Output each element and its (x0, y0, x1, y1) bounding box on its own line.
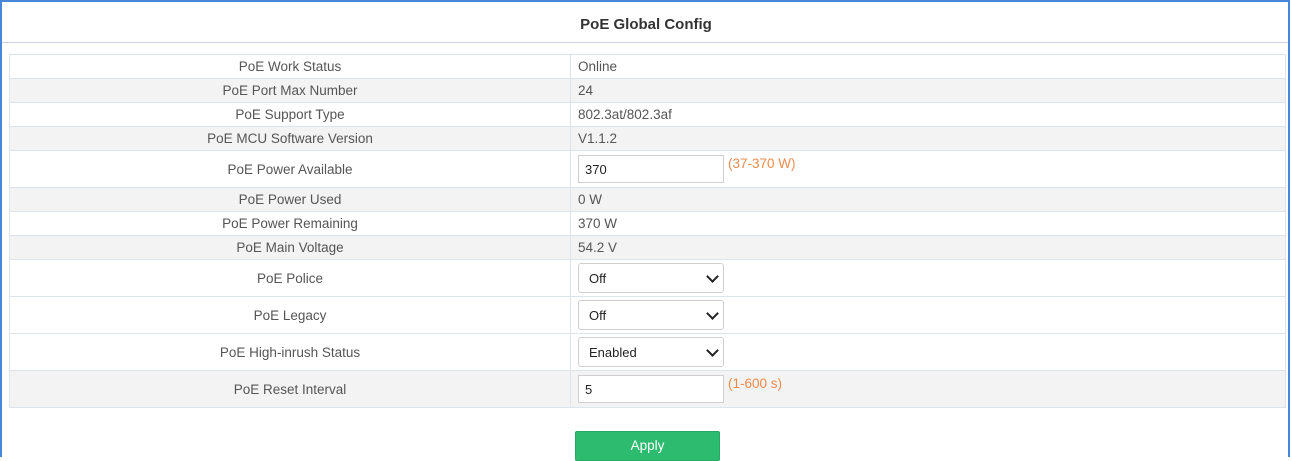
row-mcu-version: PoE MCU Software Version V1.1.2 (9, 126, 1286, 151)
power-remaining-value: 370 W (570, 211, 1286, 236)
power-available-label: PoE Power Available (9, 150, 571, 188)
port-max-label: PoE Port Max Number (9, 78, 571, 103)
reset-interval-input[interactable]: 5 (578, 375, 724, 403)
legacy-selected-value: Off (589, 307, 607, 323)
title-divider (2, 42, 1288, 43)
reset-interval-range-hint: (1-600 s) (728, 375, 783, 391)
power-used-label: PoE Power Used (9, 187, 571, 212)
row-port-max: PoE Port Max Number 24 (9, 78, 1286, 103)
mcu-version-label: PoE MCU Software Version (9, 126, 571, 151)
port-max-value: 24 (570, 78, 1286, 103)
row-power-used: PoE Power Used 0 W (9, 187, 1286, 212)
row-work-status: PoE Work Status Online (9, 54, 1286, 79)
chevron-down-icon (706, 343, 719, 357)
main-voltage-value: 54.2 V (570, 235, 1286, 260)
row-main-voltage: PoE Main Voltage 54.2 V (9, 235, 1286, 260)
poe-config-table: PoE Work Status Online PoE Port Max Numb… (9, 54, 1286, 408)
support-type-value: 802.3at/802.3af (570, 102, 1286, 127)
high-inrush-label: PoE High-inrush Status (9, 333, 571, 371)
chevron-down-icon (706, 306, 719, 320)
high-inrush-select[interactable]: Enabled (578, 337, 724, 367)
power-available-range-hint: (37-370 W) (728, 155, 796, 171)
work-status-label: PoE Work Status (9, 54, 571, 79)
row-reset-interval: PoE Reset Interval 5 (1-600 s) (9, 370, 1286, 408)
main-voltage-label: PoE Main Voltage (9, 235, 571, 260)
legacy-label: PoE Legacy (9, 296, 571, 334)
row-support-type: PoE Support Type 802.3at/802.3af (9, 102, 1286, 127)
row-power-available: PoE Power Available 370 (37-370 W) (9, 150, 1286, 188)
row-legacy: PoE Legacy Off (9, 296, 1286, 334)
power-available-input[interactable]: 370 (578, 155, 724, 183)
power-used-value: 0 W (570, 187, 1286, 212)
support-type-label: PoE Support Type (9, 102, 571, 127)
work-status-value: Online (570, 54, 1286, 79)
mcu-version-value: V1.1.2 (570, 126, 1286, 151)
police-label: PoE Police (9, 259, 571, 297)
chevron-down-icon (706, 269, 719, 283)
reset-interval-label: PoE Reset Interval (9, 370, 571, 408)
power-remaining-label: PoE Power Remaining (9, 211, 571, 236)
legacy-select[interactable]: Off (578, 300, 724, 330)
row-police: PoE Police Off (9, 259, 1286, 297)
page-title: PoE Global Config (580, 16, 712, 33)
police-selected-value: Off (589, 270, 607, 286)
high-inrush-selected-value: Enabled (589, 344, 637, 360)
police-select[interactable]: Off (578, 263, 724, 293)
row-high-inrush: PoE High-inrush Status Enabled (9, 333, 1286, 371)
row-power-remaining: PoE Power Remaining 370 W (9, 211, 1286, 236)
